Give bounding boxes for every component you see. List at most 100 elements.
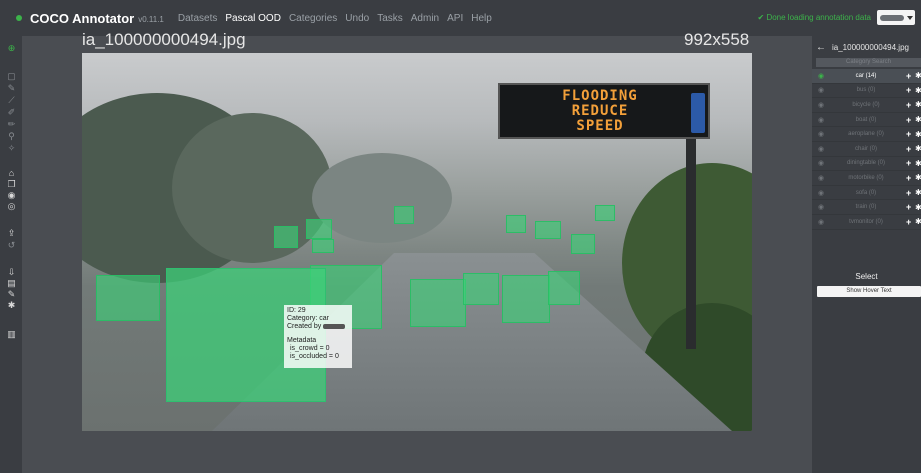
add-annotation-icon[interactable]: + [906,71,911,81]
category-label[interactable]: bicycle (0) [836,102,896,108]
add-annotation-icon[interactable]: + [906,115,911,125]
eye-icon[interactable]: ◉ [818,116,824,124]
eye-icon[interactable]: ◉ [818,203,824,211]
pointer-tool-icon[interactable]: ⊕ [7,44,16,53]
eye-icon[interactable]: ◉ [818,189,824,197]
nav-tasks[interactable]: Tasks [377,13,403,24]
eye-icon[interactable]: ◉ [818,174,824,182]
add-annotation-icon[interactable]: + [906,173,911,183]
show-hover-text-button[interactable]: Show Hover Text [817,286,921,297]
category-item[interactable]: ◉ tvmonitor (0) + ✱ [812,215,921,230]
save-icon[interactable]: ▤ [7,279,16,288]
settings-icon[interactable]: ✱ [915,188,921,197]
brand-name[interactable]: COCO Annotator [30,11,134,26]
car-annotation[interactable] [274,226,298,248]
edit-icon[interactable]: ✎ [7,290,16,299]
category-label[interactable]: boat (0) [836,117,896,123]
category-item[interactable]: ◉ aeroplane (0) + ✱ [812,127,921,142]
category-item[interactable]: ◉ diningtable (0) + ✱ [812,157,921,172]
magic-wand-icon[interactable]: ⟋ [7,96,16,105]
settings-icon[interactable]: ✱ [915,71,921,80]
eye-icon[interactable]: ◉ [818,86,824,94]
category-label[interactable]: bus (0) [836,87,896,93]
category-item[interactable]: ◉ bicycle (0) + ✱ [812,98,921,113]
back-arrow-icon[interactable]: ← [816,42,826,53]
nav-admin[interactable]: Admin [411,13,439,24]
add-annotation-icon[interactable]: + [906,217,911,227]
download-icon[interactable]: ⇩ [7,268,16,277]
category-search-input[interactable]: Category Search [816,58,921,67]
nav-categories[interactable]: Categories [289,13,337,24]
image-photo[interactable]: FLOODING REDUCE SPEED ID: 29 Category: c… [82,53,752,431]
category-label[interactable]: motorbike (0) [836,175,896,181]
car-annotation[interactable] [312,239,334,253]
nav-current-dataset[interactable]: Pascal OOD [225,13,281,24]
brush-tool-icon[interactable]: ✐ [7,108,16,117]
category-item[interactable]: ◉ train (0) + ✱ [812,200,921,215]
car-annotation[interactable] [595,205,615,221]
user-menu-button[interactable] [877,10,915,25]
annotation-canvas[interactable]: ia_100000000494.jpg 992x558 FLOODING RED… [22,30,812,473]
settings-icon[interactable]: ✱ [915,159,921,168]
add-annotation-icon[interactable]: + [906,188,911,198]
copy-icon[interactable]: ❐ [7,180,16,189]
car-annotation[interactable] [463,273,499,305]
hide-annotations-icon[interactable]: ◎ [7,202,16,211]
add-annotation-icon[interactable]: + [906,158,911,168]
car-annotation[interactable] [306,219,332,239]
car-annotation[interactable] [502,275,550,323]
eye-icon[interactable]: ◉ [818,101,824,109]
category-item[interactable]: ◉ chair (0) + ✱ [812,142,921,157]
settings-icon[interactable]: ✱ [915,115,921,124]
category-item[interactable]: ◉ motorbike (0) + ✱ [812,171,921,186]
dextr-tool-icon[interactable]: ✧ [7,144,16,153]
car-annotation[interactable] [410,279,466,327]
bbox-tool-icon[interactable]: ▢ [7,72,16,81]
add-annotation-icon[interactable]: + [906,85,911,95]
upload-icon[interactable]: ⇪ [7,229,16,238]
settings-icon[interactable]: ✱ [915,173,921,182]
polygon-tool-icon[interactable]: ✎ [7,84,16,93]
eye-icon[interactable]: ◉ [818,72,824,80]
add-annotation-icon[interactable]: + [906,129,911,139]
category-item[interactable]: ◉ bus (0) + ✱ [812,84,921,99]
settings-icon[interactable]: ✱ [7,301,16,310]
settings-icon[interactable]: ✱ [915,203,921,212]
category-label[interactable]: diningtable (0) [836,160,896,166]
category-item[interactable]: ◉ sofa (0) + ✱ [812,186,921,201]
eye-icon[interactable]: ◉ [818,130,824,138]
nav-api[interactable]: API [447,13,463,24]
add-annotation-icon[interactable]: + [906,100,911,110]
reset-icon[interactable]: ↺ [7,241,16,250]
car-annotation[interactable] [571,234,595,254]
eye-icon[interactable]: ◉ [818,218,824,226]
eye-icon[interactable]: ◉ [818,145,824,153]
keypoint-tool-icon[interactable]: ⚲ [7,132,16,141]
delete-icon[interactable]: ▥ [7,330,16,339]
settings-icon[interactable]: ✱ [915,217,921,226]
settings-icon[interactable]: ✱ [915,100,921,109]
category-label[interactable]: aeroplane (0) [836,131,896,137]
category-label[interactable]: train (0) [836,204,896,210]
car-annotation[interactable] [506,215,526,233]
settings-icon[interactable]: ✱ [915,144,921,153]
car-annotation[interactable] [96,275,160,321]
add-annotation-icon[interactable]: + [906,202,911,212]
category-label[interactable]: chair (0) [836,146,896,152]
settings-icon[interactable]: ✱ [915,130,921,139]
nav-datasets[interactable]: Datasets [178,13,217,24]
center-icon[interactable]: ⌂ [7,169,16,178]
category-item[interactable]: ◉ car (14) + ✱ [812,69,921,84]
car-annotation[interactable] [394,206,414,224]
category-label[interactable]: sofa (0) [836,190,896,196]
settings-icon[interactable]: ✱ [915,86,921,95]
car-annotation[interactable] [548,271,580,305]
category-item[interactable]: ◉ boat (0) + ✱ [812,113,921,128]
nav-undo[interactable]: Undo [345,13,369,24]
category-label[interactable]: tvmonitor (0) [836,219,896,225]
eraser-tool-icon[interactable]: ✏ [7,120,16,129]
nav-help[interactable]: Help [471,13,492,24]
show-annotations-icon[interactable]: ◉ [7,191,16,200]
add-annotation-icon[interactable]: + [906,144,911,154]
car-annotation[interactable] [535,221,561,239]
